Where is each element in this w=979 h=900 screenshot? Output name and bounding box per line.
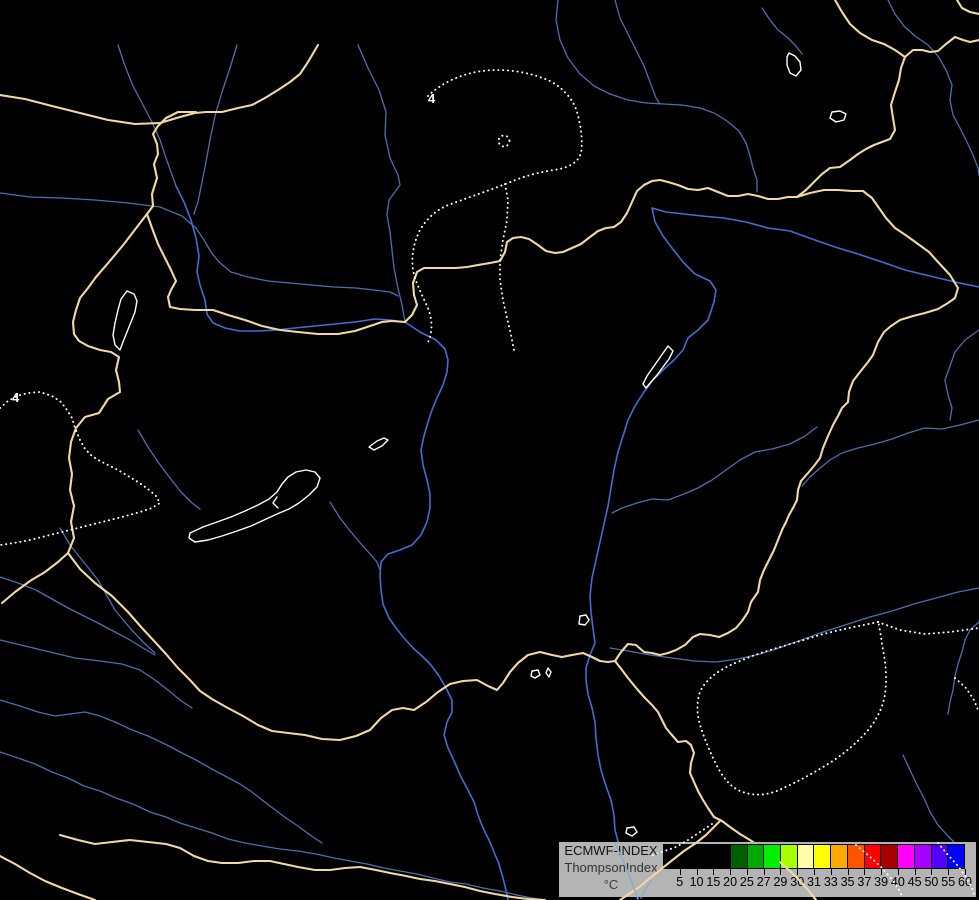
legend-tick-label: 33 bbox=[824, 875, 838, 889]
legend-color-cell bbox=[813, 844, 830, 869]
legend-tick-label: 29 bbox=[773, 875, 787, 889]
legend-tick-label: 40 bbox=[891, 875, 905, 889]
legend-title: ECMWF-INDEX bbox=[559, 843, 663, 858]
contour-label-4: 4 bbox=[428, 91, 436, 106]
legend-color-cell bbox=[897, 844, 914, 869]
legend-color-cell bbox=[847, 844, 864, 869]
legend-tick-label: 10 bbox=[690, 875, 704, 889]
legend: ECMWF-INDEX ThompsonIndex °C 51015202527… bbox=[559, 842, 976, 897]
legend-color-cell bbox=[947, 844, 965, 869]
legend-tick-label: 27 bbox=[757, 875, 771, 889]
legend-tick-label: 39 bbox=[874, 875, 888, 889]
legend-tick-label: 45 bbox=[908, 875, 922, 889]
legend-color-cell bbox=[730, 844, 747, 869]
legend-color-cell bbox=[696, 844, 713, 869]
legend-color-cell bbox=[880, 844, 897, 869]
legend-color-cell bbox=[864, 844, 881, 869]
legend-tick-label: 15 bbox=[706, 875, 720, 889]
legend-tick-label: 60 bbox=[958, 875, 972, 889]
legend-tick-label: 25 bbox=[740, 875, 754, 889]
legend-colorbar bbox=[663, 844, 965, 869]
legend-color-cell bbox=[763, 844, 780, 869]
legend-tick-label: 55 bbox=[941, 875, 955, 889]
legend-color-cell bbox=[713, 844, 730, 869]
legend-color-cell bbox=[780, 844, 797, 869]
weather-map-screen: 4 4 ECMWF-INDEX ThompsonIndex (°C) Tuesd… bbox=[0, 0, 979, 900]
weather-map: 4 4 bbox=[0, 0, 979, 900]
legend-color-cell bbox=[830, 844, 847, 869]
legend-tick-label: 5 bbox=[676, 875, 683, 889]
legend-color-cell bbox=[663, 844, 680, 869]
legend-color-cell bbox=[914, 844, 931, 869]
legend-color-cell bbox=[680, 844, 697, 869]
contour-label-4: 4 bbox=[12, 390, 20, 405]
legend-tick-label: 20 bbox=[723, 875, 737, 889]
legend-color-cell bbox=[747, 844, 764, 869]
legend-tick-labels: 5 1015202527293031333537394045505560 bbox=[559, 875, 976, 891]
legend-tick-label: 37 bbox=[857, 875, 871, 889]
legend-tick-label: 31 bbox=[807, 875, 821, 889]
legend-tick-label: 50 bbox=[924, 875, 938, 889]
legend-color-cell bbox=[931, 844, 948, 869]
map-background bbox=[0, 0, 979, 900]
legend-tick-label: 35 bbox=[841, 875, 855, 889]
legend-tick-label: 30 bbox=[790, 875, 804, 889]
legend-color-cell bbox=[797, 844, 814, 869]
